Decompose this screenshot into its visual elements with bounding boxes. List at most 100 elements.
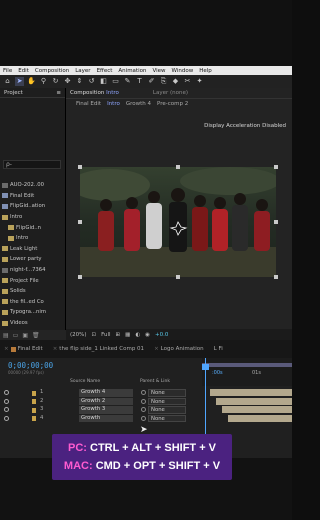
eraser-icon[interactable]: ◆ xyxy=(171,77,180,86)
menu-animation[interactable]: Animation xyxy=(115,68,149,74)
resolution-dropdown[interactable]: Full xyxy=(101,332,110,338)
breadcrumb-pre-comp-2[interactable]: Pre-comp 2 xyxy=(157,101,188,107)
layer-duration-bar[interactable] xyxy=(216,397,292,405)
type-icon[interactable]: T xyxy=(135,77,144,86)
project-item[interactable]: AUO-202..00 xyxy=(0,180,66,191)
zoom-dropdown[interactable]: (20%) xyxy=(70,332,87,338)
layer-name[interactable]: Growth 3 xyxy=(79,406,133,414)
close-icon[interactable]: × xyxy=(154,346,159,352)
project-item[interactable]: night-f...7364 xyxy=(0,265,66,276)
transform-handle[interactable] xyxy=(78,275,82,279)
menu-layer[interactable]: Layer xyxy=(72,68,93,74)
breadcrumb-final-edit[interactable]: Final Edit xyxy=(76,101,101,107)
project-item[interactable]: Videos xyxy=(0,318,66,329)
visibility-eye-icon[interactable] xyxy=(4,407,9,413)
menu-help[interactable]: Help xyxy=(196,68,215,74)
transform-handle[interactable] xyxy=(176,275,180,279)
panel-menu-icon[interactable]: ≡ xyxy=(56,90,61,96)
layer-name[interactable]: Growth 2 xyxy=(79,397,133,406)
parent-dropdown[interactable]: None xyxy=(148,397,186,406)
composition-tab[interactable]: Composition Intro xyxy=(70,90,119,96)
project-item[interactable]: Project File xyxy=(0,275,66,286)
project-tab[interactable]: Project ≡ xyxy=(0,88,65,98)
pick-whip-icon[interactable] xyxy=(141,407,146,413)
timeline-tab-linked-comp[interactable]: × the flip side_1 Linked Comp 01 xyxy=(49,346,148,352)
transform-handle[interactable] xyxy=(274,275,278,279)
layer-row[interactable]: 1 Growth 4 None xyxy=(0,389,200,398)
roto-icon[interactable]: ✂ xyxy=(183,77,192,86)
project-item[interactable]: Final Edit xyxy=(0,191,66,202)
hand-icon[interactable]: ✋ xyxy=(27,77,36,86)
parent-link-header[interactable]: Parent & Link xyxy=(140,379,170,384)
mask-icon[interactable]: ▭ xyxy=(111,77,120,86)
layer-name[interactable]: Growth 4 xyxy=(79,389,133,397)
layer-tab[interactable]: Layer (none) xyxy=(153,90,188,96)
breadcrumb-intro[interactable]: Intro xyxy=(107,101,120,107)
menu-window[interactable]: Window xyxy=(169,68,197,74)
timeline-tab-logo-animation[interactable]: × Logo Animation xyxy=(150,346,208,352)
project-item[interactable]: Solids xyxy=(0,286,66,297)
layer-duration-bar[interactable] xyxy=(222,406,292,414)
work-area-bar[interactable] xyxy=(202,363,292,367)
composition-viewer[interactable] xyxy=(80,167,276,277)
grid-icon[interactable]: ▦ xyxy=(125,332,130,338)
camera-icon[interactable]: ◧ xyxy=(99,77,108,86)
orbit-icon[interactable]: ↻ xyxy=(51,77,60,86)
rotate-icon[interactable]: ↺ xyxy=(87,77,96,86)
zoom-icon[interactable]: ⚲ xyxy=(39,77,48,86)
project-item[interactable]: Intro xyxy=(0,212,66,223)
source-name-header[interactable]: Source Name xyxy=(70,379,100,384)
pick-whip-icon[interactable] xyxy=(141,390,146,395)
project-item[interactable]: Lower party xyxy=(0,254,66,265)
project-item[interactable]: Typogra...nim xyxy=(0,307,66,318)
label-color-swatch[interactable] xyxy=(32,399,36,405)
menu-effect[interactable]: Effect xyxy=(94,68,116,74)
visibility-eye-icon[interactable] xyxy=(4,398,9,404)
project-item[interactable]: FlipGid..ation xyxy=(0,201,66,212)
menu-file[interactable]: File xyxy=(0,68,15,74)
menu-edit[interactable]: Edit xyxy=(15,68,32,74)
visibility-eye-icon[interactable] xyxy=(4,390,9,395)
transform-handle[interactable] xyxy=(274,220,278,224)
label-color-swatch[interactable] xyxy=(32,407,36,413)
project-search-input[interactable]: ρ- xyxy=(3,160,61,169)
menu-view[interactable]: View xyxy=(149,68,168,74)
home-icon[interactable]: ⌂ xyxy=(3,77,12,86)
layer-name[interactable]: Growth xyxy=(79,414,133,423)
parent-dropdown[interactable]: None xyxy=(148,414,186,423)
parent-dropdown[interactable]: None xyxy=(148,406,186,414)
trash-icon[interactable]: 🗑 xyxy=(32,332,40,339)
visibility-eye-icon[interactable] xyxy=(4,415,9,421)
layer-row[interactable]: 3 Growth 3 None xyxy=(0,406,200,415)
transform-handle[interactable] xyxy=(78,165,82,169)
new-folder-icon[interactable]: ▭ xyxy=(13,332,19,339)
transform-handle[interactable] xyxy=(176,165,180,169)
pan-icon[interactable]: ✥ xyxy=(63,77,72,86)
selection-icon[interactable]: ➤ xyxy=(15,77,24,86)
layer-row[interactable]: 2 Growth 2 None xyxy=(0,397,200,407)
exposure-value[interactable]: +0.0 xyxy=(155,332,168,338)
pick-whip-icon[interactable] xyxy=(141,398,146,404)
region-icon[interactable]: ⊞ xyxy=(116,332,121,338)
project-item[interactable]: Intro xyxy=(0,233,66,244)
playhead-handle[interactable] xyxy=(202,364,209,370)
timeline-tab-more[interactable]: L Fi xyxy=(210,346,227,352)
new-comp-icon[interactable]: ▣ xyxy=(22,332,28,339)
project-item[interactable]: FlipGid..n xyxy=(0,222,66,233)
brush-icon[interactable]: ✐ xyxy=(147,77,156,86)
label-color-swatch[interactable] xyxy=(32,416,36,422)
current-timecode[interactable]: 0;00;00;00 xyxy=(8,361,53,370)
parent-dropdown[interactable]: None xyxy=(148,389,186,397)
transform-handle[interactable] xyxy=(274,165,278,169)
layer-duration-bar[interactable] xyxy=(210,389,292,396)
dolly-icon[interactable]: ⇕ xyxy=(75,77,84,86)
fit-icon[interactable]: ⊡ xyxy=(92,332,97,338)
transform-handle[interactable] xyxy=(78,220,82,224)
timeline-tab-final-edit[interactable]: × Final Edit xyxy=(0,346,47,352)
snapshot-icon[interactable]: ◉ xyxy=(145,332,150,338)
breadcrumb-growth-4[interactable]: Growth 4 xyxy=(126,101,151,107)
pick-whip-icon[interactable] xyxy=(141,415,146,421)
label-color-swatch[interactable] xyxy=(32,390,36,396)
close-icon[interactable]: × xyxy=(4,346,9,352)
menu-composition[interactable]: Composition xyxy=(32,68,72,74)
